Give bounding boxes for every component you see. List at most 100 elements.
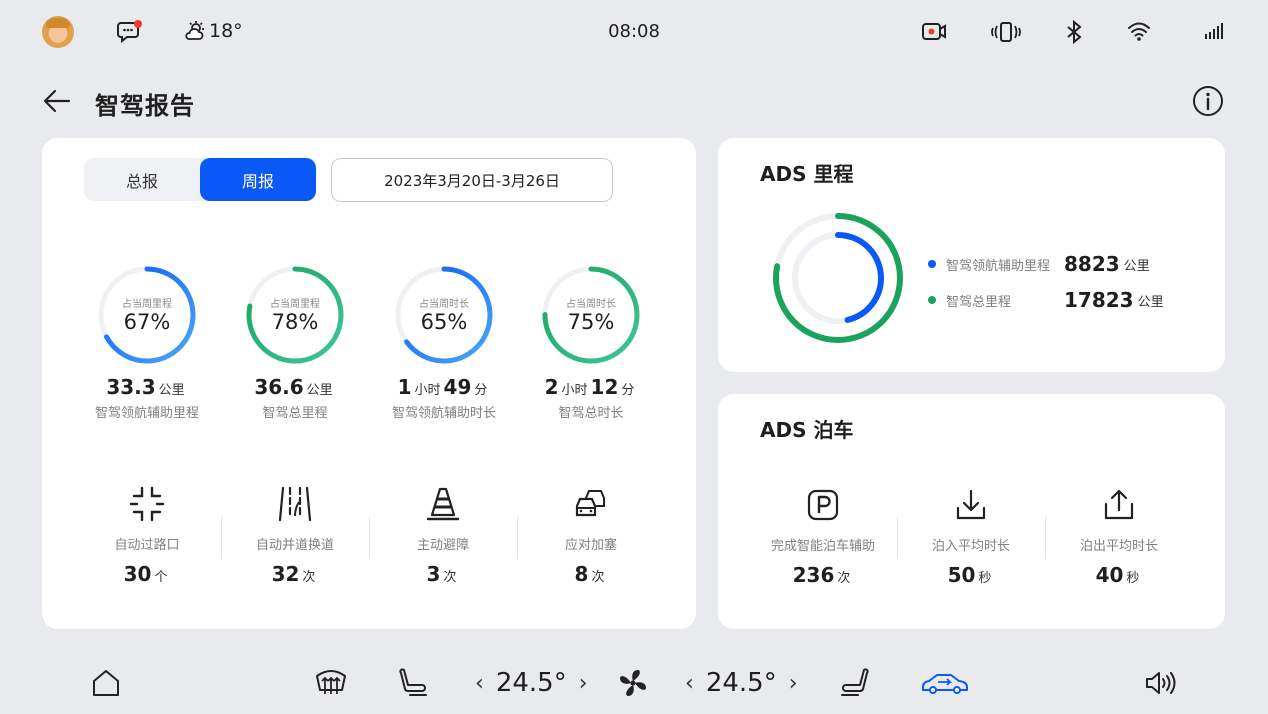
stat-value: 33.3 <box>106 375 156 399</box>
stat-unit-2: 分 <box>621 383 635 398</box>
page-title: 智驾报告 <box>95 92 195 120</box>
dashcam-icon[interactable] <box>921 21 947 47</box>
left-temp-control: ‹ 24.5° › <box>475 668 588 698</box>
report-card: 总报 周报 2023年3月20日-3月26日 占当周里程 67% 占当周里程 7… <box>42 138 696 629</box>
ring-assist-mileage: 占当周里程 67% <box>97 265 197 365</box>
ring-percent: 75% <box>567 310 615 334</box>
legend-label: 智驾总里程 <box>946 294 1012 310</box>
legend-unit: 公里 <box>1123 258 1150 274</box>
stat-label: 智驾总里程 <box>262 406 328 421</box>
parking-unit: 秒 <box>1126 571 1140 586</box>
feature-lane-change: 自动并道换道 32 次 <box>221 484 369 586</box>
parking-value: 50 <box>947 563 976 587</box>
feature-value: 8 <box>574 562 589 586</box>
rear-defrost-icon[interactable] <box>314 668 348 702</box>
stat-label: 智驾领航辅助里程 <box>94 406 199 421</box>
info-icon[interactable] <box>1192 85 1224 117</box>
legend-assist-mileage: 智驾领航辅助里程 8823 公里 <box>928 252 1150 276</box>
signal-icon <box>1203 22 1225 44</box>
volume-icon[interactable] <box>1144 669 1178 701</box>
ads-mileage-card: ADS 里程 智驾领航辅助里程 8823 公里 智驾总里程 17823 公里 <box>718 138 1225 372</box>
home-icon[interactable] <box>90 667 122 703</box>
stat-unit: 小时 <box>414 383 441 398</box>
traffic-jam-icon <box>575 490 605 517</box>
feature-cut-in: 应对加塞 8次 <box>517 484 665 586</box>
stat-value: 36.6 <box>254 375 304 399</box>
stat-unit: 公里 <box>158 383 185 398</box>
ads-parking-card: ADS 泊车 完成智能泊车辅助 236 次 泊入平均时长 50 秒 泊出平均时长… <box>718 394 1225 629</box>
feature-label: 应对加塞 <box>564 538 617 553</box>
parking-icon <box>807 489 839 521</box>
legend-label: 智驾领航辅助里程 <box>946 258 1051 274</box>
feature-label: 自动过路口 <box>114 538 180 553</box>
right-temp-decrease[interactable]: ‹ <box>685 671 694 696</box>
lane-change-icon <box>278 486 312 522</box>
feature-label: 自动并道换道 <box>255 538 334 553</box>
report-period-tabs: 总报 周报 <box>84 158 316 201</box>
stat-unit-2: 分 <box>474 383 488 398</box>
parking-label: 完成智能泊车辅助 <box>770 539 875 554</box>
feature-obstacle-avoidance: 主动避障 3次 <box>369 484 517 586</box>
right-temp-increase[interactable]: › <box>789 671 798 696</box>
passenger-seat-icon[interactable] <box>838 667 870 703</box>
ring-percent: 67% <box>123 310 171 334</box>
stat-value-2: 12 <box>590 375 619 399</box>
parking-unit: 秒 <box>978 571 992 586</box>
legend-unit: 公里 <box>1137 294 1164 310</box>
legend-value: 8823 <box>1064 252 1120 276</box>
wifi-icon[interactable] <box>1127 21 1151 45</box>
driver-seat-icon[interactable] <box>398 667 430 703</box>
stat-total-duration: 2 小时 12 分 智驾总时长 <box>516 375 666 421</box>
stat-assist-duration: 1 小时 49 分 智驾领航辅助时长 <box>369 375 519 421</box>
park-out-icon <box>1104 489 1134 520</box>
stat-unit: 公里 <box>306 383 333 398</box>
fan-icon[interactable] <box>617 667 649 703</box>
legend-dot <box>928 296 936 304</box>
left-temp-increase[interactable]: › <box>579 671 588 696</box>
stat-value-2: 49 <box>443 375 472 399</box>
traffic-cone-icon <box>426 487 460 521</box>
feature-unit: 次 <box>443 570 457 585</box>
right-temp-control: ‹ 24.5° › <box>685 668 798 698</box>
stat-label: 智驾领航辅助时长 <box>391 406 496 421</box>
parking-in-duration: 泊入平均时长 50 秒 <box>897 485 1045 587</box>
stat-value: 1 <box>397 375 412 399</box>
ring-caption: 占当周时长 <box>419 299 469 310</box>
stat-value: 2 <box>544 375 559 399</box>
feature-value: 3 <box>426 562 441 586</box>
feature-label: 主动避障 <box>416 538 469 553</box>
stat-unit: 小时 <box>561 383 588 398</box>
feature-unit: 个 <box>154 570 168 585</box>
stat-total-mileage: 36.6 公里 智驾总里程 <box>220 375 370 421</box>
right-temp-value: 24.5° <box>705 668 777 698</box>
feature-unit: 次 <box>302 570 316 585</box>
card-title: ADS 里程 <box>760 162 854 186</box>
feature-unit: 次 <box>591 570 605 585</box>
bluetooth-icon[interactable] <box>1064 19 1084 48</box>
feature-value: 32 <box>271 562 300 586</box>
parking-value: 40 <box>1095 563 1124 587</box>
mileage-concentric-rings <box>773 213 903 343</box>
back-arrow-icon[interactable] <box>42 86 72 116</box>
parking-label: 泊入平均时长 <box>931 539 1010 554</box>
legend-dot <box>928 260 936 268</box>
date-range-selector[interactable]: 2023年3月20日-3月26日 <box>331 158 613 202</box>
tab-weekly-report[interactable]: 周报 <box>200 158 316 201</box>
legend-value: 17823 <box>1064 288 1134 312</box>
ring-percent: 78% <box>271 310 319 334</box>
left-temp-decrease[interactable]: ‹ <box>475 671 484 696</box>
status-bar: 18° 08:08 <box>0 0 1268 64</box>
intersection-icon <box>129 486 165 522</box>
left-temp-value: 24.5° <box>495 668 567 698</box>
ring-total-duration: 占当周时长 75% <box>541 265 641 365</box>
vehicle-control-icon[interactable] <box>920 670 970 700</box>
vibrate-icon[interactable] <box>990 20 1022 48</box>
feature-intersection: 自动过路口 30 个 <box>73 484 221 586</box>
ring-percent: 65% <box>420 310 468 334</box>
ring-caption: 占当周里程 <box>270 299 320 310</box>
parking-label: 泊出平均时长 <box>1079 539 1158 554</box>
stat-label: 智驾总时长 <box>558 406 624 421</box>
tab-total-report[interactable]: 总报 <box>84 158 200 201</box>
park-in-icon <box>956 489 986 520</box>
ring-caption: 占当周时长 <box>566 299 616 310</box>
